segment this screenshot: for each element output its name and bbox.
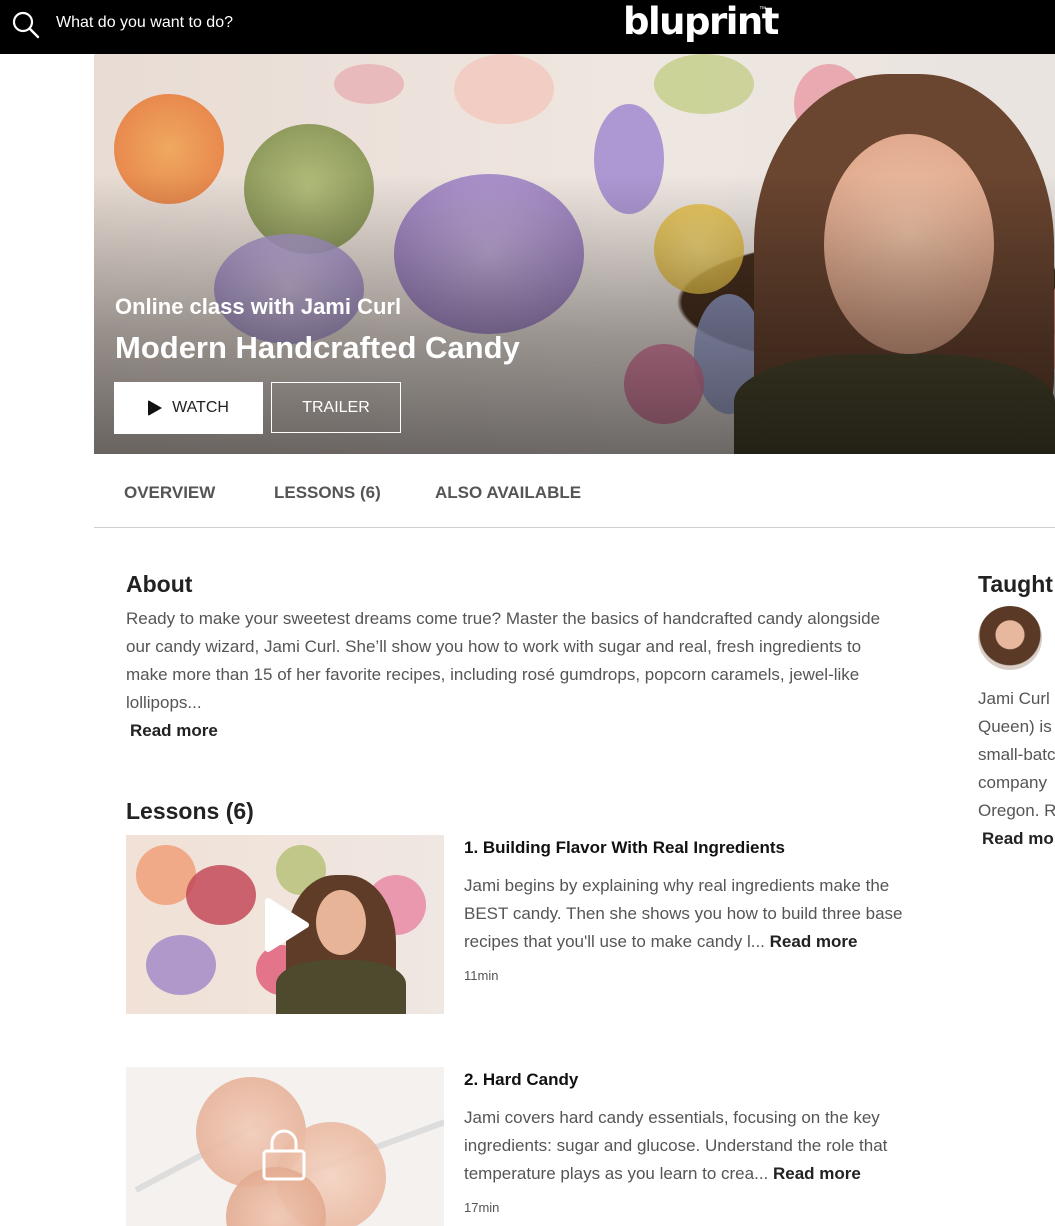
instructor-bio: Jami Curl ( Queen) is small-batc company… xyxy=(978,685,1055,825)
lesson-desc-text: temperature plays as you learn to crea..… xyxy=(464,1164,769,1183)
lesson-1-duration: 11min xyxy=(464,968,499,983)
tab-lessons[interactable]: LESSONS (6) xyxy=(274,483,381,503)
lesson-desc-line: BEST candy. Then she shows you how to bu… xyxy=(464,904,903,923)
search-input[interactable]: What do you want to do? xyxy=(56,13,233,33)
lesson-desc-line: Jami begins by explaining why real ingre… xyxy=(464,876,890,895)
about-heading: About xyxy=(126,571,193,597)
tab-overview[interactable]: OVERVIEW xyxy=(124,483,215,503)
tab-also-available[interactable]: ALSO AVAILABLE xyxy=(435,483,581,503)
bio-line: Oregon. R xyxy=(978,801,1055,820)
about-line: lollipops... xyxy=(126,693,202,712)
lesson-1-title[interactable]: 1. Building Flavor With Real Ingredients xyxy=(464,837,785,859)
instructor-avatar[interactable] xyxy=(978,606,1042,670)
watch-button[interactable]: WATCH xyxy=(114,382,263,434)
lesson-2-description: Jami covers hard candy essentials, focus… xyxy=(464,1104,924,1188)
lesson-1-thumbnail[interactable] xyxy=(126,835,444,1014)
bio-line: Queen) is xyxy=(978,717,1052,736)
watch-button-label: WATCH xyxy=(172,399,229,416)
class-hero-banner: Online class with Jami Curl Modern Handc… xyxy=(94,54,1055,454)
search-icon[interactable] xyxy=(12,11,40,39)
hero-subtitle: Online class with Jami Curl xyxy=(115,294,402,319)
lesson-desc-line: Jami covers hard candy essentials, focus… xyxy=(464,1108,880,1127)
lesson-1-read-more-link[interactable]: Read more xyxy=(770,932,858,951)
logo-trademark: ™ xyxy=(759,6,766,13)
bio-line: small-batc xyxy=(978,745,1055,764)
lesson-2-read-more-link[interactable]: Read more xyxy=(773,1164,861,1183)
candy-decoration xyxy=(146,935,216,995)
trailer-button[interactable]: TRAILER xyxy=(271,382,401,433)
play-icon xyxy=(148,400,163,416)
about-description: Ready to make your sweetest dreams come … xyxy=(126,605,926,717)
lock-icon xyxy=(262,1129,306,1181)
instructor-face xyxy=(316,890,366,955)
lesson-1-description: Jami begins by explaining why real ingre… xyxy=(464,872,924,956)
class-title: Modern Handcrafted Candy xyxy=(115,330,520,365)
lesson-2-title[interactable]: 2. Hard Candy xyxy=(464,1069,578,1091)
about-line: Ready to make your sweetest dreams come … xyxy=(126,609,881,628)
lesson-2-thumbnail[interactable] xyxy=(126,1067,444,1226)
play-icon[interactable] xyxy=(260,897,310,953)
bluprint-logo[interactable]: bluprint xyxy=(623,0,779,44)
top-navigation-bar: What do you want to do? bluprint ™ xyxy=(0,0,1055,54)
candy-decoration xyxy=(186,865,256,925)
instructor-heading: Taught xyxy=(978,571,1053,597)
lessons-heading: Lessons (6) xyxy=(126,798,254,824)
class-tabs: OVERVIEW LESSONS (6) ALSO AVAILABLE xyxy=(94,454,1055,528)
instructor-shirt xyxy=(276,960,406,1014)
instructor-read-more-link[interactable]: Read mo xyxy=(982,825,1054,853)
bio-line: company xyxy=(978,773,1047,792)
about-read-more-link[interactable]: Read more xyxy=(130,717,218,745)
lesson-2-duration: 17min xyxy=(464,1200,500,1215)
lesson-desc-line-last: recipes that you'll use to make candy l.… xyxy=(464,928,924,956)
lesson-desc-text: recipes that you'll use to make candy l.… xyxy=(464,932,765,951)
lesson-desc-line: ingredients: sugar and glucose. Understa… xyxy=(464,1136,888,1155)
bio-line: Jami Curl ( xyxy=(978,689,1055,708)
about-line: our candy wizard, Jami Curl. She’ll show… xyxy=(126,637,862,656)
about-line: make more than 15 of her favorite recipe… xyxy=(126,665,860,684)
lesson-desc-line-last: temperature plays as you learn to crea..… xyxy=(464,1160,924,1188)
